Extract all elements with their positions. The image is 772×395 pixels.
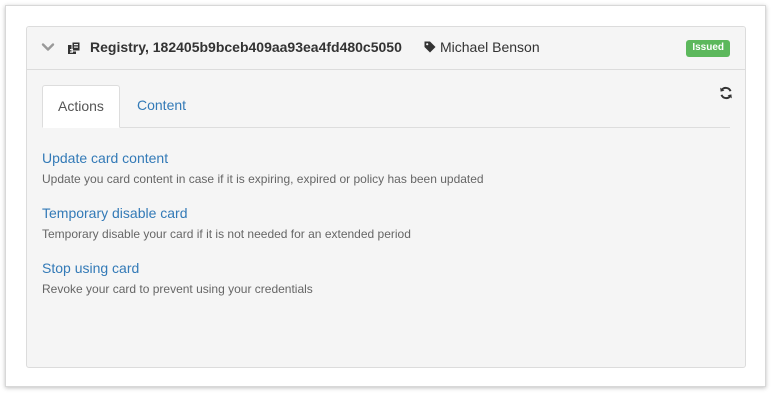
tag-icon [424, 41, 436, 53]
certificate-icon [68, 41, 81, 54]
refresh-icon[interactable] [719, 86, 733, 100]
stop-using-card-link[interactable]: Stop using card [42, 259, 139, 277]
card-header[interactable]: Registry, 182405b9bceb409aa93ea4fd480c50… [27, 27, 745, 70]
card-container: Registry, 182405b9bceb409aa93ea4fd480c50… [5, 5, 766, 387]
action-item: Temporary disable card Temporary disable… [42, 204, 730, 242]
action-description: Revoke your card to prevent using your c… [42, 282, 313, 296]
action-description: Update you card content in case if it is… [42, 172, 484, 186]
chevron-down-icon[interactable] [41, 40, 55, 54]
card-body: Actions Content Update card content Upda… [27, 70, 745, 297]
temporary-disable-card-link[interactable]: Temporary disable card [42, 204, 188, 222]
status-badge: Issued [686, 40, 730, 57]
action-description: Temporary disable your card if it is not… [42, 227, 411, 241]
action-list: Update card content Update you card cont… [42, 128, 730, 297]
tab-actions[interactable]: Actions [42, 85, 120, 128]
tab-content[interactable]: Content [122, 85, 201, 127]
card-panel: Registry, 182405b9bceb409aa93ea4fd480c50… [26, 26, 746, 368]
update-card-content-link[interactable]: Update card content [42, 149, 168, 167]
card-owner: Michael Benson [440, 39, 540, 55]
action-item: Update card content Update you card cont… [42, 149, 730, 187]
action-item: Stop using card Revoke your card to prev… [42, 259, 730, 297]
tab-bar: Actions Content [42, 85, 730, 128]
card-title: Registry, 182405b9bceb409aa93ea4fd480c50… [90, 39, 402, 55]
